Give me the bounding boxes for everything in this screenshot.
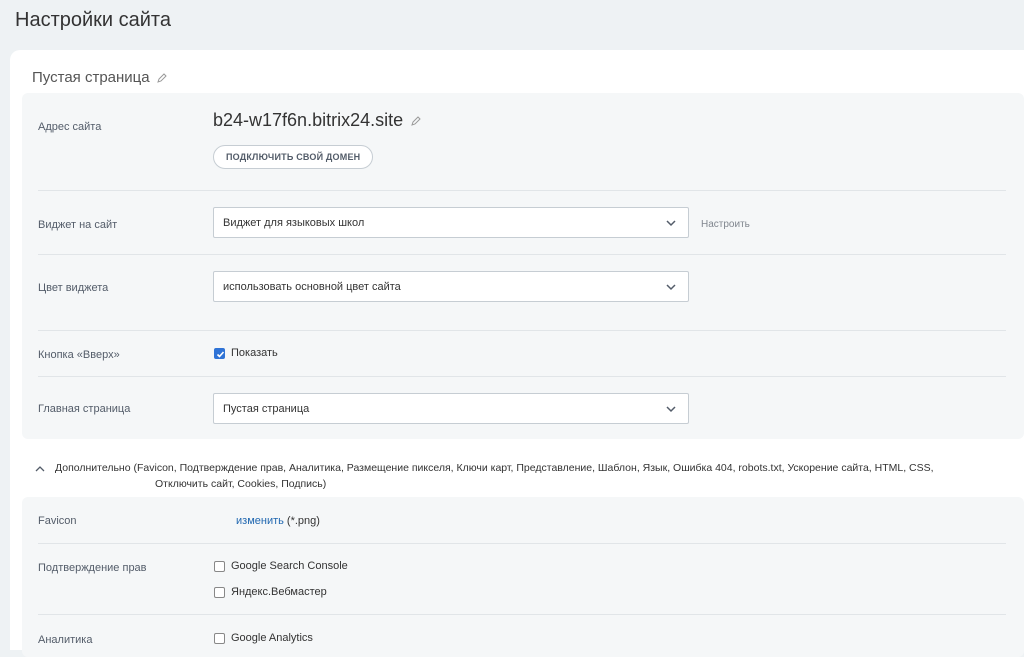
widget-select[interactable]: Виджет для языковых школ — [213, 207, 689, 238]
divider — [38, 614, 1006, 615]
chevron-up-icon — [35, 463, 45, 473]
pencil-icon[interactable] — [411, 115, 421, 126]
divider — [38, 376, 1006, 377]
rights-option-row[interactable]: Яндекс.Вебмастер — [214, 586, 327, 598]
chevron-down-icon — [666, 404, 676, 414]
widget-select-value: Виджет для языковых школ — [223, 216, 365, 229]
favicon-hint: (*.png) — [286, 515, 320, 527]
domain-text: b24-w17f6n.bitrix24.site — [213, 110, 404, 130]
connect-domain-button[interactable]: ПОДКЛЮЧИТЬ СВОЙ ДОМЕН — [213, 145, 374, 169]
analytics-option-row[interactable]: Google Analytics — [214, 632, 313, 644]
divider — [38, 254, 1006, 255]
rights-label: Подтверждение прав — [38, 562, 147, 574]
up-button-checkbox-row[interactable]: Показать — [214, 347, 278, 359]
rights-option-label: Google Search Console — [231, 560, 348, 572]
additional-settings-section: Favicon изменить (*.png) Подтверждение п… — [22, 497, 1024, 657]
chevron-down-icon — [666, 218, 676, 228]
divider — [38, 190, 1006, 191]
settings-card: Пустая страница Адрес сайта b24-w17f6n.b… — [10, 50, 1024, 657]
additional-settings-text: Дополнительно (Favicon, Подтверждение пр… — [55, 462, 934, 474]
home-page-select-value: Пустая страница — [223, 402, 310, 415]
analytics-option-label: Google Analytics — [231, 632, 313, 644]
site-name-text: Пустая страница — [32, 69, 150, 86]
google-analytics-checkbox[interactable] — [214, 632, 225, 644]
widget-label: Виджет на сайт — [38, 219, 118, 231]
main-settings-section: Адрес сайта b24-w17f6n.bitrix24.site ПОД… — [22, 93, 1024, 439]
home-page-select[interactable]: Пустая страница — [213, 393, 689, 424]
page-title: Настройки сайта — [15, 9, 171, 31]
divider — [38, 330, 1006, 331]
configure-widget-link[interactable]: Настроить — [701, 219, 750, 230]
favicon-label: Favicon — [38, 515, 77, 527]
favicon-control: изменить (*.png) — [236, 515, 320, 527]
up-button-checkbox[interactable] — [214, 347, 225, 359]
address-label: Адрес сайта — [38, 121, 102, 133]
domain: b24-w17f6n.bitrix24.site — [213, 110, 421, 131]
additional-settings-text-cont: Отключить сайт, Cookies, Подпись) — [155, 478, 327, 490]
widget-color-label: Цвет виджета — [38, 282, 109, 294]
up-button-label: Кнопка «Вверх» — [38, 349, 120, 361]
google-search-console-checkbox[interactable] — [214, 560, 225, 572]
analytics-label: Аналитика — [38, 634, 93, 646]
rights-option-label: Яндекс.Вебмастер — [231, 586, 327, 598]
rights-option-row[interactable]: Google Search Console — [214, 560, 348, 572]
favicon-change-link[interactable]: изменить — [236, 515, 284, 527]
widget-color-select-value: использовать основной цвет сайта — [223, 280, 401, 293]
home-page-label: Главная страница — [38, 403, 131, 415]
up-button-checkbox-label: Показать — [231, 347, 278, 359]
chevron-down-icon — [666, 282, 676, 292]
site-name: Пустая страница — [32, 69, 167, 86]
additional-settings-toggle[interactable]: Дополнительно (Favicon, Подтверждение пр… — [35, 460, 1005, 492]
yandex-webmaster-checkbox[interactable] — [214, 586, 225, 598]
pencil-icon[interactable] — [156, 72, 167, 83]
widget-color-select[interactable]: использовать основной цвет сайта — [213, 271, 689, 302]
divider — [38, 543, 1006, 544]
